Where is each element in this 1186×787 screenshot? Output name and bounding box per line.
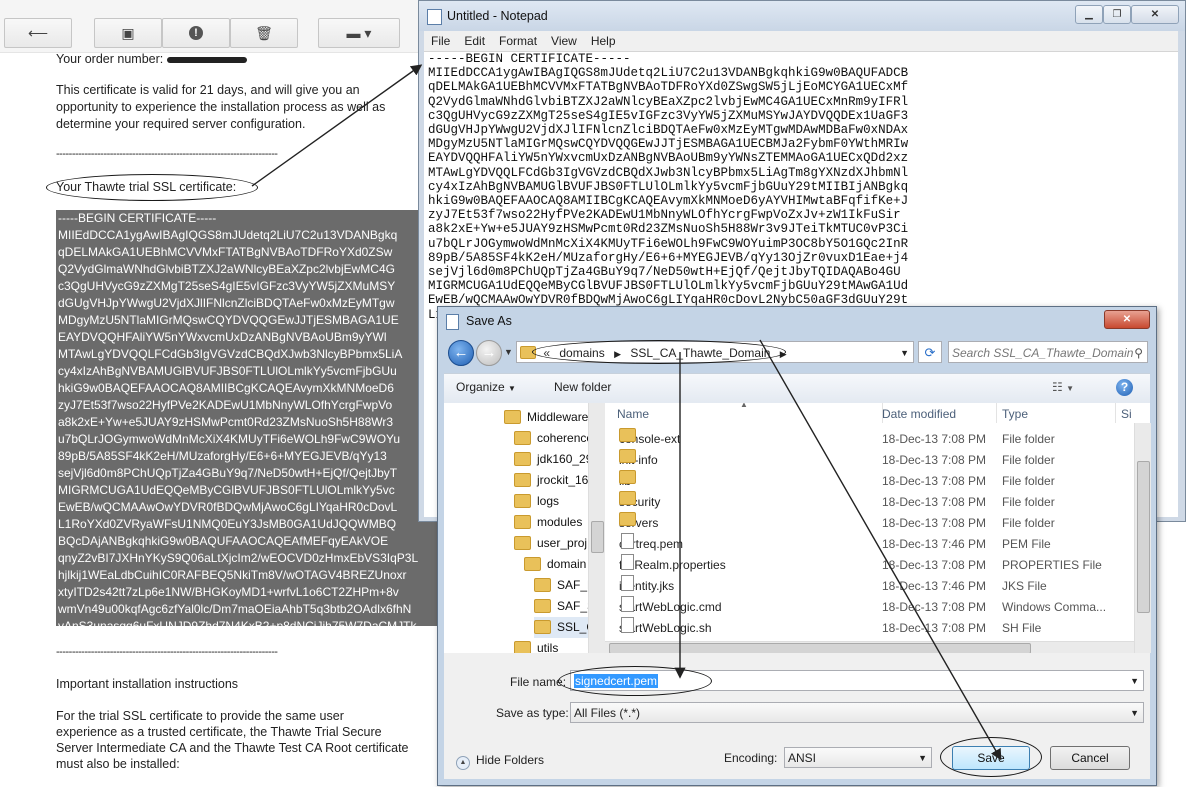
annotation-arrows [251,64,1002,761]
arrow-to-save [759,339,1002,761]
arrow-to-notepad [251,64,423,187]
